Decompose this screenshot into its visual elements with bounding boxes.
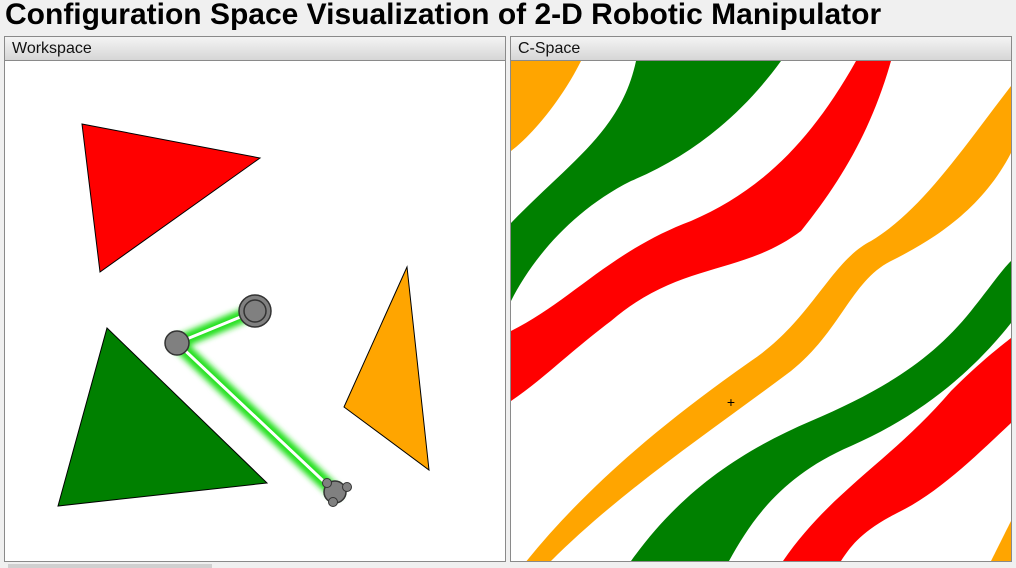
arm-base-joint[interactable] [238,294,272,328]
cspace-panel: C-Space + [510,36,1012,562]
orange-triangle-obstacle[interactable] [343,265,430,472]
workspace-panel: Workspace [4,36,506,562]
arm-elbow-joint[interactable] [164,330,190,356]
cspace-canvas[interactable]: + [511,61,1011,561]
workspace-canvas[interactable] [5,61,505,561]
cspace-panel-header: C-Space [511,37,1011,61]
app-title: Configuration Space Visualization of 2-D… [5,0,882,31]
red-triangle-obstacle[interactable] [81,123,262,273]
horizontal-scrollbar[interactable] [8,564,212,568]
green-triangle-obstacle[interactable] [57,327,269,507]
workspace-panel-header: Workspace [5,37,505,61]
arm-end-effector[interactable] [322,478,352,507]
cspace-cursor: + [727,394,735,410]
